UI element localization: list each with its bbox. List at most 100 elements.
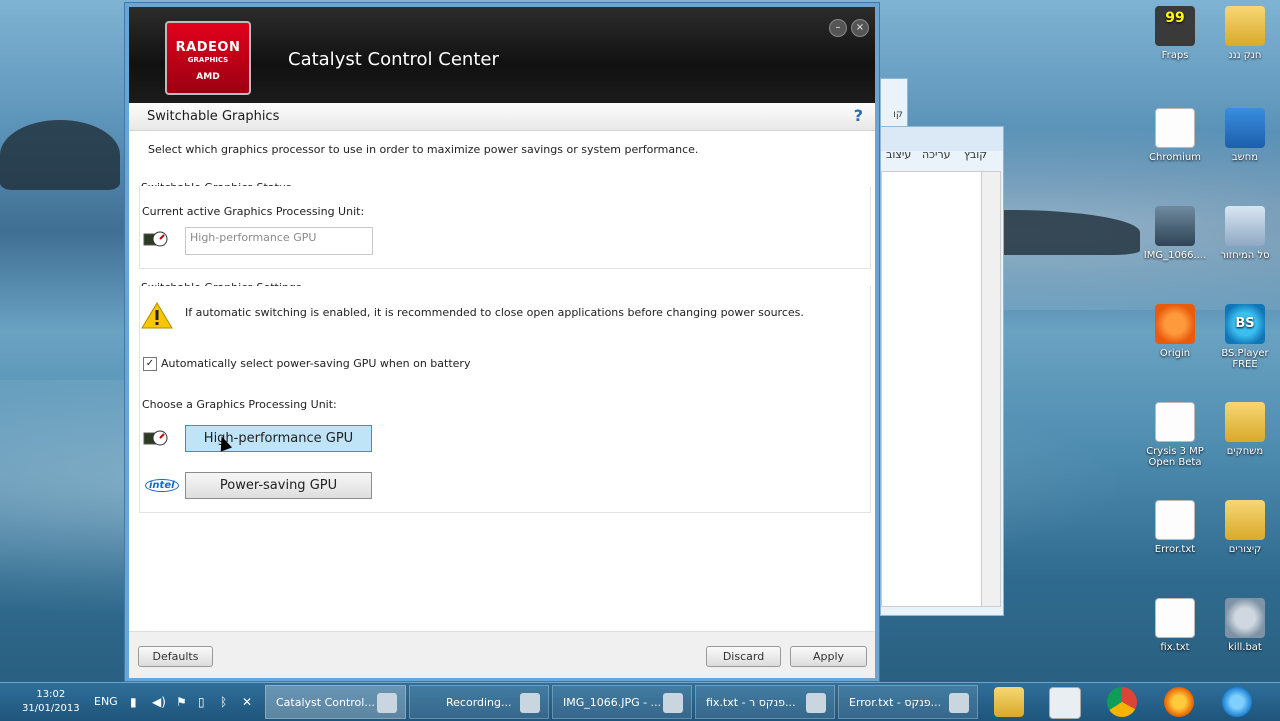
document-icon xyxy=(1155,402,1195,442)
battery-icon[interactable]: ▯ xyxy=(198,695,205,709)
high-performance-gpu-button[interactable]: High-performance GPU xyxy=(185,425,372,452)
taskbar-button-error-txt[interactable]: Error.txt - פנקס... xyxy=(838,685,978,719)
desktop-icon-label: fix.txt xyxy=(1160,642,1190,653)
desktop-icon-error-txt[interactable]: Error.txt xyxy=(1142,500,1208,555)
image-icon xyxy=(1155,206,1195,246)
taskbar-button-image[interactable]: IMG_1066.JPG - ... xyxy=(552,685,692,719)
desktop-icon-recycle-bin[interactable]: סל המיחזור xyxy=(1212,206,1278,261)
discard-button[interactable]: Discard xyxy=(706,646,781,667)
desktop-icon-label: Chromium xyxy=(1149,152,1201,163)
fraps-icon: 99 xyxy=(1155,6,1195,46)
signal-icon[interactable]: ▮ xyxy=(130,695,137,709)
logo-line-amd: AMD xyxy=(196,72,220,82)
desktop-icon-computer[interactable]: מחשב xyxy=(1212,108,1278,163)
window-footer: Defaults Discard Apply xyxy=(129,631,875,678)
help-button[interactable]: ? xyxy=(854,106,863,125)
desktop-icon-kill-bat[interactable]: kill.bat xyxy=(1212,598,1278,653)
auto-select-checkbox[interactable]: ✓ xyxy=(143,357,157,371)
taskbar-button-label: IMG_1066.JPG - ... xyxy=(563,696,662,709)
desktop-icon-label: קיצורים xyxy=(1228,544,1262,555)
current-gpu-field: High-performance GPU xyxy=(185,227,373,255)
clock-time: 13:02 xyxy=(36,689,66,700)
desktop-icon-label: BS.Player FREE xyxy=(1221,348,1269,370)
desktop-icon-label: מחשב xyxy=(1231,152,1259,163)
clock-date: 31/01/2013 xyxy=(22,703,80,714)
desktop-icon-folder[interactable]: חנק נננ xyxy=(1212,6,1278,61)
window-header[interactable]: RADEON GRAPHICS AMD Catalyst Control Cen… xyxy=(129,7,875,103)
system-clock[interactable]: 13:02 31/01/2013 xyxy=(22,688,80,716)
taskbar-button-fix-txt[interactable]: fix.txt - פנקס ר... xyxy=(695,685,835,719)
section-title: Switchable Graphics xyxy=(147,109,280,124)
taskbar-button-label: fix.txt - פנקס ר... xyxy=(706,696,796,709)
apply-button[interactable]: Apply xyxy=(790,646,867,667)
notepad-menu-format[interactable]: עיצוב xyxy=(886,148,911,161)
document-icon xyxy=(1155,500,1195,540)
desktop-icon-label: Fraps xyxy=(1161,50,1189,61)
desktop-icon-label: kill.bat xyxy=(1228,642,1262,653)
catalyst-icon xyxy=(377,693,397,713)
radeon-logo: RADEON GRAPHICS AMD xyxy=(165,21,251,95)
desktop-icon-shortcuts-folder[interactable]: קיצורים xyxy=(1212,500,1278,555)
gear-icon xyxy=(1225,598,1265,638)
volume-icon[interactable]: ◀) xyxy=(152,695,166,709)
desktop-icon-games-folder[interactable]: משחקים xyxy=(1212,402,1278,457)
internet-explorer-icon[interactable] xyxy=(1222,687,1252,717)
notepad-scrollbar[interactable] xyxy=(981,171,1001,607)
document-icon xyxy=(1155,598,1195,638)
taskbar-button-recording[interactable]: Recording... xyxy=(409,685,549,719)
section-description: Select which graphics processor to use i… xyxy=(148,143,699,156)
logo-line-radeon: RADEON xyxy=(175,40,241,55)
catalyst-control-center-window: RADEON GRAPHICS AMD Catalyst Control Cen… xyxy=(124,2,880,682)
flag-icon[interactable]: ⚑ xyxy=(176,695,187,709)
desktop-icon-chromium[interactable]: Chromium xyxy=(1142,108,1208,163)
document-icon xyxy=(1155,108,1195,148)
notepad-menu-edit[interactable]: עריכה xyxy=(922,148,951,161)
notepad-icon xyxy=(806,693,826,713)
background-window[interactable]: קו xyxy=(880,78,908,128)
power-saving-gpu-button[interactable]: Power-saving GPU xyxy=(185,472,372,499)
recording-icon xyxy=(520,693,540,713)
notepad-icon xyxy=(949,693,969,713)
network-error-icon[interactable]: ✕ xyxy=(242,695,252,709)
app-title: Catalyst Control Center xyxy=(288,49,499,70)
notepad-text-area[interactable] xyxy=(881,171,983,607)
wallpaper-rock xyxy=(0,120,120,190)
auto-select-label[interactable]: Automatically select power-saving GPU wh… xyxy=(161,357,470,370)
desktop-icon-fix-txt[interactable]: fix.txt xyxy=(1142,598,1208,653)
defaults-button[interactable]: Defaults xyxy=(138,646,213,667)
window-icon[interactable] xyxy=(1049,687,1081,719)
bluetooth-icon[interactable]: ᛒ xyxy=(220,695,227,709)
file-explorer-icon[interactable] xyxy=(994,687,1024,717)
taskbar-button-label: Catalyst Control... xyxy=(276,696,375,709)
desktop-icon-bsplayer[interactable]: BS BS.Player FREE xyxy=(1212,304,1278,370)
desktop-icon-label: Origin xyxy=(1159,348,1191,359)
desktop-icon-crysis[interactable]: Crysis 3 MP Open Beta xyxy=(1142,402,1208,468)
desktop-icon-image[interactable]: IMG_1066.... xyxy=(1142,206,1208,261)
folder-icon xyxy=(1225,500,1265,540)
chrome-icon[interactable] xyxy=(1107,687,1137,717)
section-header: Switchable Graphics ? xyxy=(129,103,875,131)
intel-logo-icon: intel xyxy=(145,479,179,492)
close-button[interactable]: × xyxy=(851,19,869,37)
choose-gpu-label: Choose a Graphics Processing Unit: xyxy=(142,398,337,411)
photo-viewer-icon xyxy=(663,693,683,713)
desktop-icon-label: Error.txt xyxy=(1154,544,1196,555)
notepad-window[interactable] xyxy=(880,126,1004,616)
firefox-icon[interactable] xyxy=(1164,687,1194,717)
desktop-icon-label: Crysis 3 MP Open Beta xyxy=(1146,446,1204,468)
desktop-icon-origin[interactable]: Origin xyxy=(1142,304,1208,359)
desktop-icon-label: IMG_1066.... xyxy=(1143,250,1207,261)
computer-icon xyxy=(1225,108,1265,148)
warning-icon xyxy=(141,302,173,329)
taskbar-button-catalyst[interactable]: Catalyst Control... xyxy=(265,685,406,719)
minimize-button[interactable]: – xyxy=(829,19,847,37)
language-indicator[interactable]: ENG xyxy=(94,695,118,708)
taskbar: 13:02 31/01/2013 ENG ▮ ◀) ⚑ ▯ ᛒ ✕ Cataly… xyxy=(0,682,1280,721)
logo-line-graphics: GRAPHICS xyxy=(187,56,229,64)
desktop-icon-fraps[interactable]: 99 Fraps xyxy=(1142,6,1208,61)
notepad-menu-file[interactable]: קובץ xyxy=(964,148,987,161)
desktop-icon-label: חנק נננ xyxy=(1228,50,1262,61)
desktop-icon-label: משחקים xyxy=(1226,446,1264,457)
taskbar-button-label: Recording... xyxy=(446,696,512,709)
origin-icon xyxy=(1155,304,1195,344)
